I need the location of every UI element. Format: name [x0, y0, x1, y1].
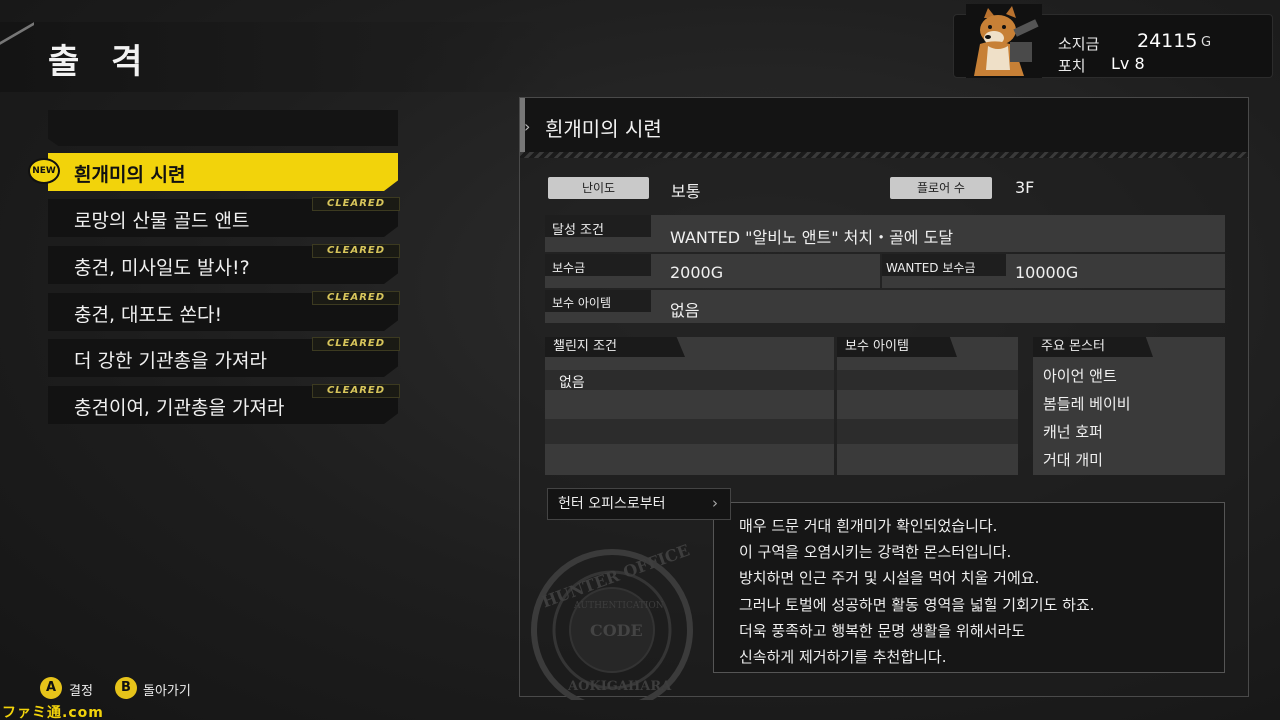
- reward-item-label: 보수 아이템: [552, 296, 612, 310]
- stamp-bottom: AOKIGAHARA: [567, 679, 672, 694]
- goal-label: 달성 조건: [552, 223, 604, 238]
- monsters-label: 주요 몬스터: [1033, 337, 1153, 357]
- famitsu-watermark: ファミ通.com: [2, 705, 104, 720]
- goal-value: WANTED "알비노 앤트" 처치・골에 도달: [670, 228, 954, 247]
- monster-item: 봄들레 베이비: [1043, 395, 1131, 413]
- hunter-office-stamp: HUNTER OFFICE AUTHENTICATION CODE AOKIGA…: [531, 540, 693, 700]
- floors-value: 3F: [1015, 178, 1035, 197]
- wanted-reward-label: WANTED 보수금: [886, 261, 976, 275]
- challenge-reward-column: [837, 337, 1018, 475]
- detail-header-stripe: [520, 152, 1248, 158]
- pouch-label: 포치: [1058, 57, 1086, 75]
- message-line: 그러나 토벌에 성공하면 활동 영역을 넓힐 기회기도 하죠.: [739, 596, 1095, 614]
- message-line: 이 구역을 오염시키는 강력한 몬스터입니다.: [739, 543, 1012, 561]
- reward-value: 2000G: [670, 263, 724, 282]
- new-badge: NEW: [28, 158, 60, 184]
- mission-label: 충견이여, 기관총을 가져라: [74, 397, 285, 419]
- pouch-level: Lv 8: [1111, 54, 1145, 73]
- monster-item: 캐넌 호퍼: [1043, 423, 1103, 441]
- message-line: 방치하면 인근 주거 및 시설을 먹어 치울 거에요.: [739, 569, 1040, 587]
- office-tab[interactable]: 헌터 오피스로부터: [547, 488, 731, 520]
- mission-label: 로망의 산물 골드 앤트: [74, 210, 250, 232]
- cleared-badge: CLEARED: [312, 337, 400, 351]
- challenge-row-stripe: [837, 370, 1018, 390]
- mission-list-header: [48, 110, 398, 146]
- confirm-label: 결정: [69, 684, 93, 699]
- cleared-badge: CLEARED: [312, 244, 400, 258]
- mission-item-1[interactable]: 흰개미의 시련: [48, 153, 398, 191]
- cleared-badge: CLEARED: [312, 384, 400, 398]
- challenge-column: [545, 337, 834, 475]
- mission-label: 충견, 대포도 쏜다!: [74, 304, 223, 326]
- a-button-icon[interactable]: A: [40, 677, 62, 699]
- cleared-badge: CLEARED: [312, 197, 400, 211]
- chevron-right-icon: ›: [524, 117, 531, 136]
- mission-label: 흰개미의 시련: [74, 164, 186, 186]
- challenge-reward-label: 보수 아이템: [837, 337, 957, 357]
- stamp-sub: AUTHENTICATION: [573, 601, 664, 611]
- challenge-row-stripe: [545, 370, 834, 390]
- reward-item-value: 없음: [670, 301, 700, 320]
- mission-label: 더 강한 기관총을 가져라: [74, 350, 267, 372]
- difficulty-label: 난이도: [548, 177, 649, 199]
- monster-item: 거대 개미: [1043, 451, 1103, 469]
- page-title: 출 격: [48, 42, 153, 82]
- difficulty-value: 보통: [671, 182, 701, 201]
- floors-label: 플로어 수: [890, 177, 992, 199]
- message-line: 신속하게 제거하기를 추천합니다.: [739, 648, 947, 666]
- cleared-badge: CLEARED: [312, 291, 400, 305]
- message-line: 더욱 풍족하고 행복한 문명 생활을 위해서라도: [739, 622, 1026, 640]
- message-line: 매우 드문 거대 흰개미가 확인되었습니다.: [739, 517, 998, 535]
- stamp-code: CODE: [590, 621, 643, 640]
- detail-title: 흰개미의 시련: [545, 117, 662, 141]
- wanted-reward-value: 10000G: [1015, 263, 1079, 282]
- monster-item: 아이언 앤트: [1043, 367, 1117, 385]
- money-label: 소지금: [1058, 35, 1100, 53]
- b-button-icon[interactable]: B: [115, 677, 137, 699]
- money-unit: G: [1201, 35, 1212, 50]
- challenge-row-stripe: [837, 419, 1018, 444]
- reward-label: 보수금: [552, 261, 586, 275]
- dog-portrait-icon: [966, 4, 1042, 78]
- challenge-row-stripe: [545, 419, 834, 444]
- chevron-right-icon: ›: [712, 494, 718, 512]
- money-value: 24115: [1137, 30, 1198, 52]
- challenge-value: 없음: [559, 375, 585, 391]
- back-label: 돌아가기: [143, 684, 191, 699]
- mission-label: 충견, 미사일도 발사!?: [74, 257, 250, 279]
- challenge-label: 챌린지 조건: [545, 337, 685, 357]
